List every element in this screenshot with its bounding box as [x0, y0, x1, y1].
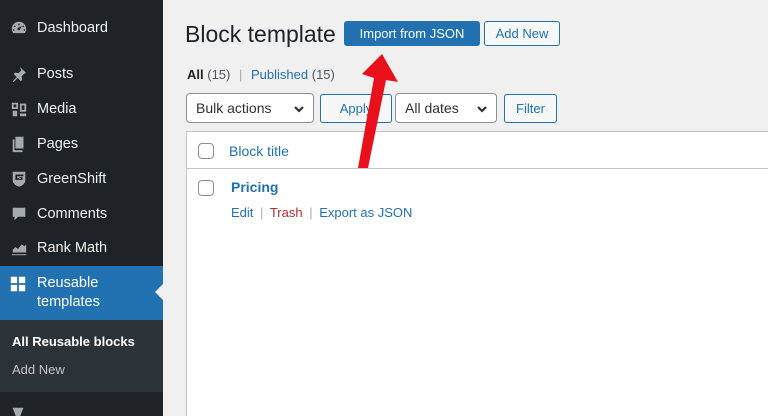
chart-icon	[9, 238, 29, 258]
submenu-add-new[interactable]: Add New	[12, 362, 65, 377]
filter-all-link[interactable]: All	[187, 67, 204, 82]
export-as-json-link[interactable]: Export as JSON	[319, 205, 412, 220]
filter-button[interactable]: Filter	[504, 94, 557, 123]
sidebar-item-label: Comments	[37, 206, 108, 222]
page-title: Block template	[185, 21, 336, 47]
sidebar-item-posts[interactable]: Posts	[0, 57, 163, 91]
appearance-icon[interactable]	[9, 406, 27, 416]
action-separator: |	[309, 205, 313, 220]
filter-separator: |	[239, 67, 243, 82]
sidebar-item-media[interactable]: Media	[0, 92, 163, 126]
main-content: Block template Import from JSON Add New …	[163, 0, 768, 416]
sidebar-item-dashboard[interactable]: Dashboard	[0, 11, 163, 45]
dashboard-icon	[9, 18, 29, 38]
label-line-1: Reusable	[37, 275, 99, 291]
sidebar-item-label: Rank Math	[37, 240, 108, 256]
posts-table: Block title Pricing Edit | Trash | Expor…	[186, 131, 768, 416]
sidebar-item-label: Reusable templates	[37, 274, 100, 312]
table-header: Block title	[187, 132, 768, 169]
bulk-actions-select[interactable]: Bulk actions	[186, 93, 314, 123]
row-title-link[interactable]: Pricing	[231, 179, 278, 195]
greenshift-icon	[9, 169, 29, 189]
dates-value: All dates	[405, 100, 459, 116]
sidebar-item-pages[interactable]: Pages	[0, 127, 163, 161]
add-new-button[interactable]: Add New	[484, 21, 560, 46]
active-pointer	[155, 284, 163, 300]
submenu-all-reusable-blocks[interactable]: All Reusable blocks	[12, 334, 135, 349]
import-from-json-button[interactable]: Import from JSON	[344, 21, 480, 46]
sidebar-submenu: All Reusable blocks Add New	[0, 320, 163, 392]
select-all-checkbox[interactable]	[198, 143, 214, 159]
action-separator: |	[260, 205, 264, 220]
pages-icon	[9, 134, 29, 154]
row-actions: Edit | Trash | Export as JSON	[231, 205, 412, 220]
row-checkbox[interactable]	[198, 180, 214, 196]
trash-link[interactable]: Trash	[270, 205, 303, 220]
filter-published-count: (15)	[311, 67, 335, 82]
admin-sidebar: Dashboard Posts Media Pages GreenShift C…	[0, 0, 163, 416]
sidebar-item-label: Posts	[37, 66, 74, 82]
bulk-actions-value: Bulk actions	[196, 100, 272, 116]
sidebar-item-label: Pages	[37, 136, 79, 152]
sidebar-item-reusable-templates[interactable]: Reusable templates	[0, 266, 163, 320]
column-block-title[interactable]: Block title	[229, 143, 289, 159]
status-filter-links: All (15) | Published (15)	[187, 67, 335, 82]
edit-link[interactable]: Edit	[231, 205, 253, 220]
sidebar-item-label: Media	[37, 101, 77, 117]
sidebar-item-label: Dashboard	[37, 20, 108, 36]
blocks-icon	[9, 275, 29, 295]
filter-all-count: (15)	[207, 67, 231, 82]
media-icon	[9, 99, 29, 119]
sidebar-item-comments[interactable]: Comments	[0, 197, 163, 231]
filter-published-link[interactable]: Published	[251, 67, 308, 82]
sidebar-item-rank-math[interactable]: Rank Math	[0, 231, 163, 265]
pin-icon	[9, 64, 29, 84]
label-line-2: templates	[37, 294, 100, 310]
sidebar-item-greenshift[interactable]: GreenShift	[0, 162, 163, 196]
chevron-down-icon	[293, 102, 305, 114]
comment-icon	[9, 204, 29, 224]
dates-select[interactable]: All dates	[395, 93, 497, 123]
apply-button[interactable]: Apply	[320, 94, 392, 123]
chevron-down-icon	[476, 102, 488, 114]
sidebar-item-label: GreenShift	[37, 171, 107, 187]
